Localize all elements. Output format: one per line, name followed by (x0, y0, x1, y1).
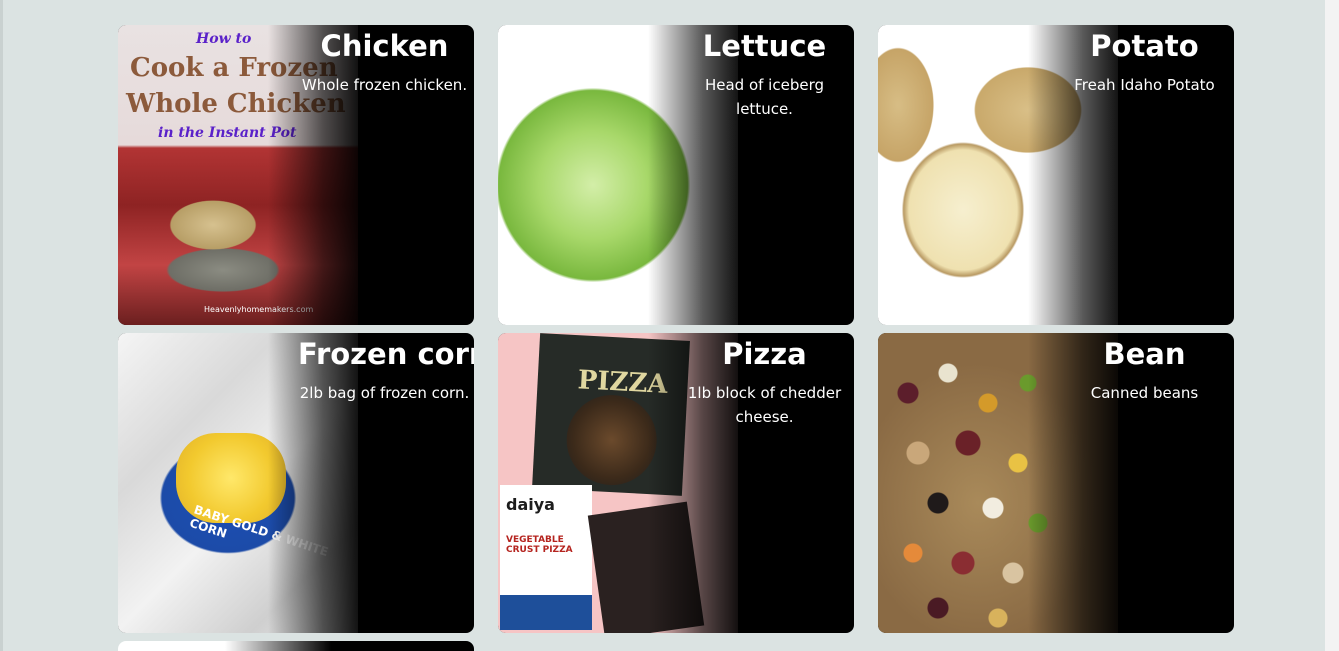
card-text: Bean Canned beans (1058, 333, 1231, 405)
scrollbar-track[interactable] (1325, 0, 1339, 651)
pizza-box-band (500, 595, 592, 630)
card-text: Pizza 1lb block of chedder cheese. (678, 333, 851, 429)
card-title: Bean (1103, 337, 1186, 371)
card-description: Whole frozen chicken. (301, 76, 468, 94)
card-title: Pizza (722, 337, 807, 371)
card-description: 1lb block of chedder cheese. (687, 384, 842, 426)
product-grid: How to Cook a Frozen Whole Chicken in th… (118, 25, 1234, 633)
card-text: Chicken Whole frozen chicken. (298, 25, 471, 97)
card-title: Chicken (320, 29, 449, 63)
card-description: Canned beans (1090, 384, 1199, 402)
product-card-lettuce[interactable]: Lettuce Head of iceberg lettuce. (498, 25, 854, 325)
card-text: Lettuce Head of iceberg lettuce. (678, 25, 851, 121)
pizza-graphic (564, 392, 659, 488)
product-card-potato[interactable]: Potato Freah Idaho Potato (878, 25, 1234, 325)
card-title: Potato (1090, 29, 1199, 63)
pizza-box: daiya VEGETABLE CRUST PIZZA (500, 485, 592, 630)
page: How to Cook a Frozen Whole Chicken in th… (0, 0, 1339, 651)
pizza-box-brand: daiya (506, 495, 555, 514)
product-card-partial[interactable] (118, 641, 474, 651)
card-description: 2lb bag of frozen corn. (299, 384, 470, 402)
product-card-frozen-corn[interactable]: BABY GOLD & WHITE CORN Frozen corn 2lb b… (118, 333, 474, 633)
product-card-chicken[interactable]: How to Cook a Frozen Whole Chicken in th… (118, 25, 474, 325)
card-title: Lettuce (702, 29, 827, 63)
window-left-edge (0, 0, 3, 651)
card-description: Freah Idaho Potato (1074, 76, 1215, 94)
card-title: Frozen corn (298, 337, 474, 371)
card-description: Head of iceberg lettuce. (704, 76, 825, 118)
product-card-bean[interactable]: Bean Canned beans (878, 333, 1234, 633)
card-text: Potato Freah Idaho Potato (1058, 25, 1231, 97)
product-card-pizza[interactable]: PIZZA daiya VEGETABLE CRUST PIZZA Pizza … (498, 333, 854, 633)
card-text: Frozen corn 2lb bag of frozen corn. (298, 333, 474, 405)
pizza-box-label: VEGETABLE CRUST PIZZA (506, 535, 573, 555)
